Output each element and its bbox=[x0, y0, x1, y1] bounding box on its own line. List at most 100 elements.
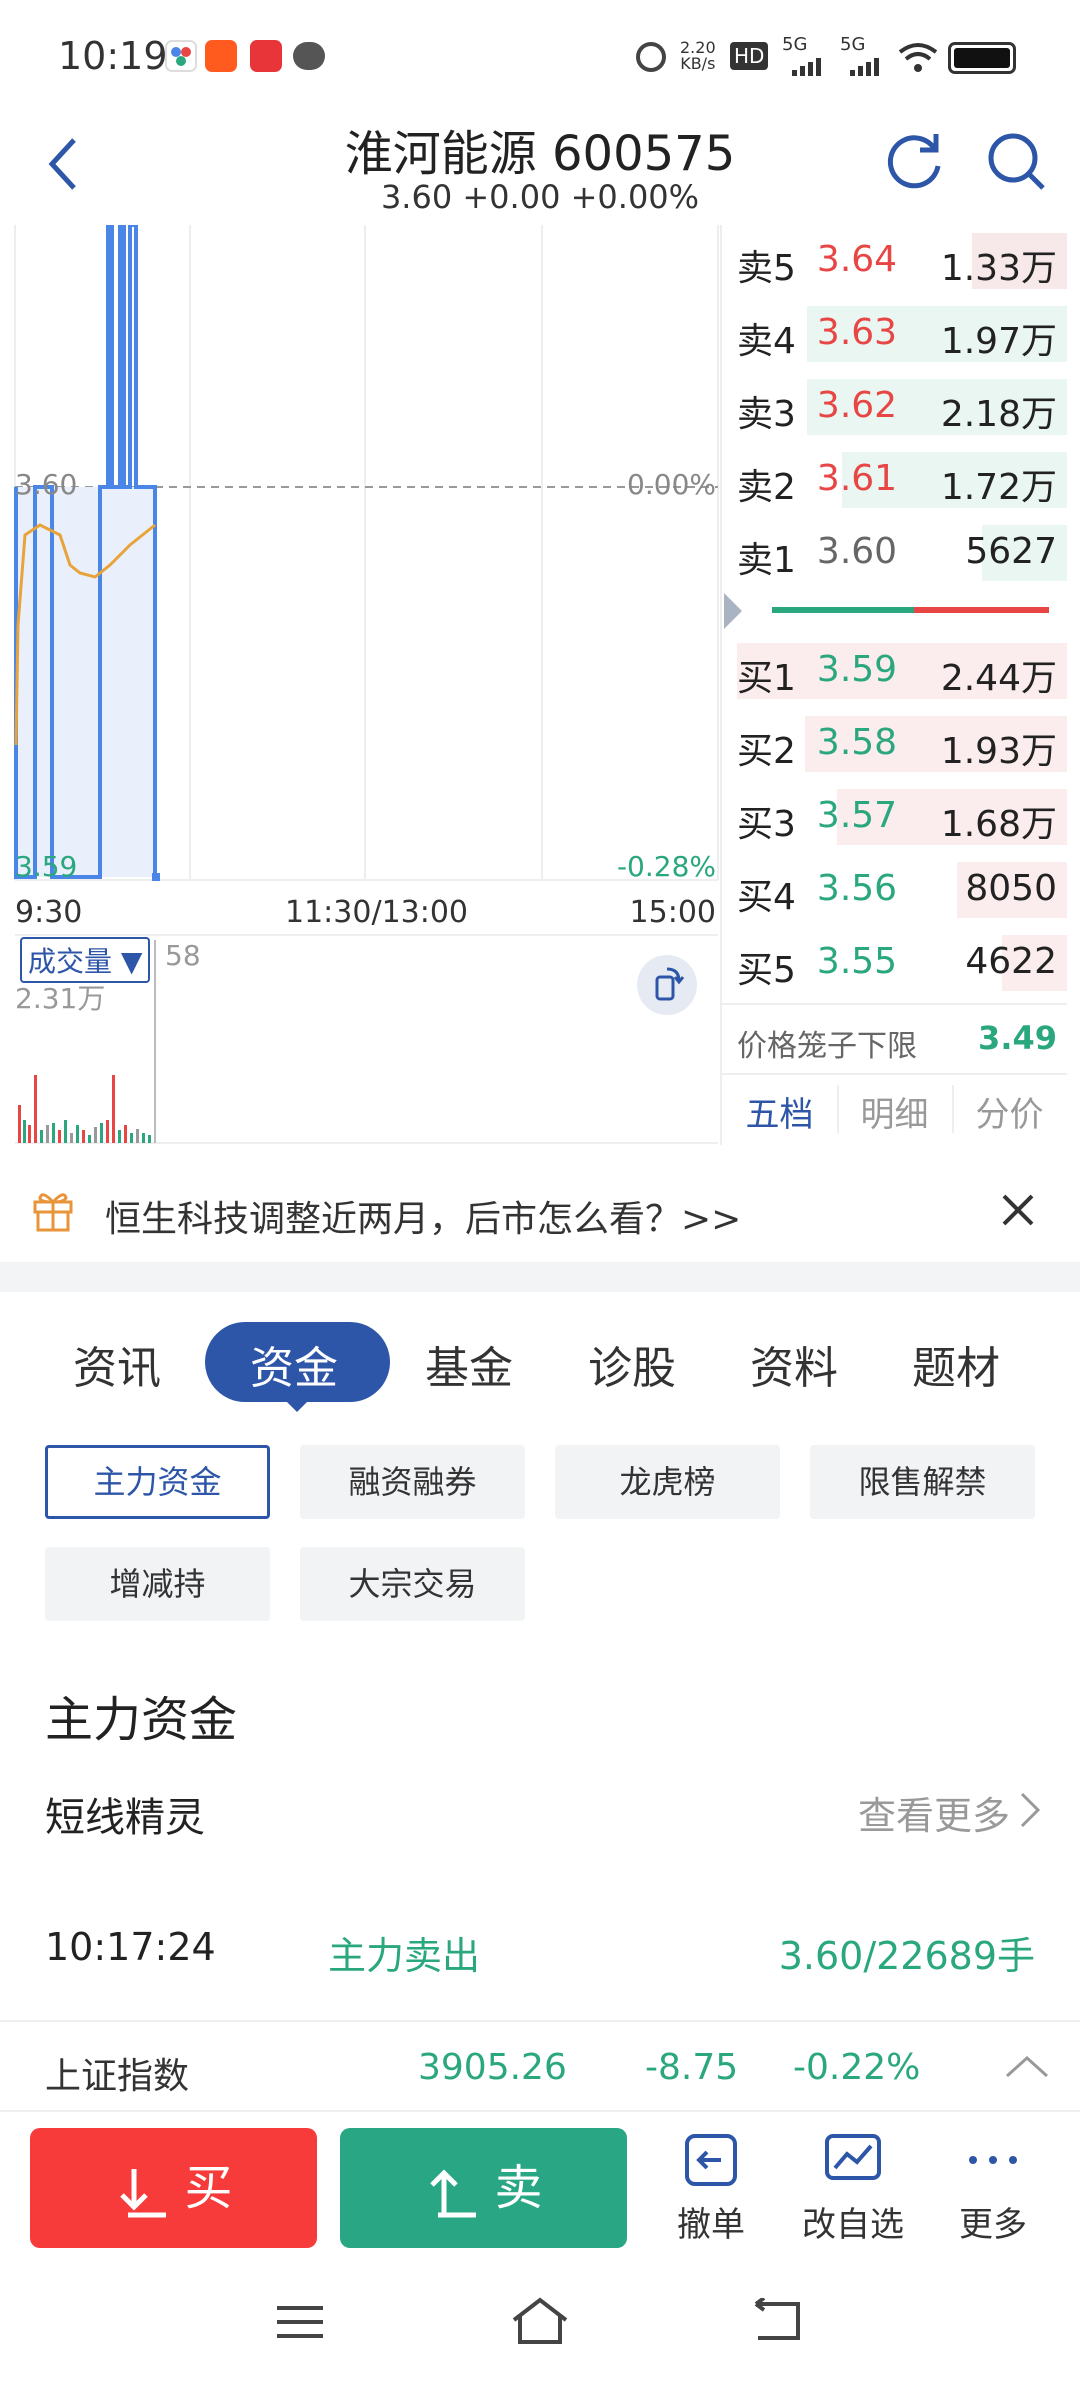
index-value: 3905.26 bbox=[418, 2047, 567, 2088]
price-cage-label: 价格笼子下限 bbox=[737, 1029, 917, 1064]
buy-arrow-icon bbox=[120, 2169, 167, 2218]
signal-icon-1 bbox=[792, 56, 826, 80]
network-speed: 2.20 KB/s bbox=[680, 38, 716, 73]
more-icon bbox=[969, 2156, 1017, 2164]
bid-row-5: 买5 3.55 4622 bbox=[722, 927, 1067, 999]
volume-bars bbox=[18, 1075, 151, 1143]
bid-row-2: 买2 3.58 1.93万 bbox=[722, 708, 1067, 780]
tab-five-levels[interactable]: 五档 bbox=[722, 1087, 837, 1136]
wifi-icon bbox=[898, 42, 938, 78]
back-nav-icon[interactable] bbox=[752, 2298, 804, 2344]
sell-label: 卖 bbox=[494, 2160, 543, 2216]
rotate-screen-icon[interactable] bbox=[637, 955, 697, 1015]
volume-value: 58 bbox=[165, 939, 201, 972]
sell-arrow-icon bbox=[430, 2169, 477, 2218]
cancel-order-label: 撤单 bbox=[677, 2205, 745, 2245]
search-icon[interactable] bbox=[985, 130, 1049, 198]
order-book: 卖5 3.64 1.33万 卖4 3.63 1.97万 卖3 3.62 2.18… bbox=[720, 225, 1067, 1145]
chart-svg bbox=[14, 225, 719, 1144]
bid-strength-bar bbox=[772, 607, 914, 613]
price-label-top: 3.60 bbox=[15, 468, 78, 501]
chip-holdings-change[interactable]: 增减持 bbox=[45, 1547, 270, 1621]
price-label-bottom: 3.59 bbox=[15, 850, 78, 883]
menu-icon[interactable] bbox=[275, 2302, 325, 2342]
app-icon-2 bbox=[250, 40, 282, 72]
action-bar: 买 卖 撤单 改自选 更多 bbox=[0, 2112, 1080, 2262]
tab-profile[interactable]: 资料 bbox=[750, 1332, 838, 1396]
watchlist-icon bbox=[825, 2134, 881, 2180]
view-more-link[interactable]: 查看更多 bbox=[858, 1785, 1010, 1840]
active-tab-pointer bbox=[283, 1398, 311, 1412]
bid-row-3: 买3 3.57 1.68万 bbox=[722, 781, 1067, 853]
more-label: 更多 bbox=[959, 2205, 1027, 2245]
gift-icon bbox=[32, 1188, 74, 1236]
pct-label-top: 0.00% bbox=[627, 468, 716, 501]
time-tick-start: 9:30 bbox=[15, 895, 83, 930]
news-banner[interactable]: 恒生科技调整近两月，后市怎么看？>> bbox=[0, 1160, 1080, 1260]
chip-margin-trading[interactable]: 融资融券 bbox=[300, 1445, 525, 1519]
chip-main-funds[interactable]: 主力资金 bbox=[45, 1445, 270, 1519]
tab-fund[interactable]: 基金 bbox=[425, 1332, 513, 1396]
flow-type: 主力卖出 bbox=[328, 1934, 481, 1978]
buy-button[interactable]: 买 bbox=[30, 2128, 317, 2248]
chip-dragon-tiger[interactable]: 龙虎榜 bbox=[555, 1445, 780, 1519]
section-subtitle: 短线精灵 bbox=[45, 1795, 205, 1841]
tab-news[interactable]: 资讯 bbox=[73, 1332, 161, 1396]
chip-lockup-expiry[interactable]: 限售解禁 bbox=[810, 1445, 1035, 1519]
status-time: 10:19 bbox=[58, 34, 168, 78]
bid-row-1: 买1 3.59 2.44万 bbox=[722, 635, 1067, 707]
index-change: -8.75 bbox=[645, 2047, 739, 2088]
pct-label-bottom: -0.28% bbox=[616, 850, 716, 883]
index-pct: -0.22% bbox=[793, 2047, 921, 2088]
bid-row-4: 买4 3.56 8050 bbox=[722, 854, 1067, 926]
time-tick-mid: 11:30/13:00 bbox=[285, 895, 469, 930]
main-tabs: 资讯 资金 基金 诊股 资料 题材 bbox=[0, 1310, 1080, 1412]
system-nav-bar bbox=[0, 2262, 1080, 2388]
home-icon[interactable] bbox=[510, 2296, 570, 2346]
ask-strength-bar bbox=[914, 607, 1049, 613]
ask-row-3: 卖3 3.62 2.18万 bbox=[722, 371, 1067, 443]
flow-time: 10:17:24 bbox=[45, 1925, 216, 1969]
index-name: 上证指数 bbox=[45, 2056, 190, 2097]
cancel-order-button[interactable]: 撤单 bbox=[656, 2132, 766, 2246]
ask-row-1: 卖1 3.60 5627 bbox=[722, 517, 1067, 589]
battery-icon bbox=[948, 42, 1016, 74]
section-separator bbox=[0, 1262, 1080, 1292]
edit-watchlist-button[interactable]: 改自选 bbox=[798, 2132, 908, 2246]
intraday-chart[interactable]: 3.60 0.00% 3.59 -0.28% 9:30 11:30/13:00 … bbox=[0, 225, 720, 1145]
flow-detail: 3.60/22689手 bbox=[778, 1934, 1035, 1978]
section-title: 主力资金 bbox=[45, 1692, 238, 1748]
message-icon bbox=[293, 42, 325, 70]
price-cage-value: 3.49 bbox=[978, 1019, 1057, 1057]
ask-row-2: 卖2 3.61 1.72万 bbox=[722, 444, 1067, 516]
alarm-icon bbox=[636, 42, 666, 72]
net-5g-2: 5G bbox=[840, 34, 866, 55]
ask-row-5: 卖5 3.64 1.33万 bbox=[722, 225, 1067, 297]
tab-price-split[interactable]: 分价 bbox=[952, 1087, 1067, 1136]
app-icon-1 bbox=[165, 40, 197, 72]
cancel-order-icon bbox=[685, 2134, 737, 2186]
net-5g-1: 5G bbox=[782, 34, 808, 55]
refresh-icon[interactable] bbox=[884, 128, 944, 196]
signal-icon-2 bbox=[850, 56, 884, 80]
ask-row-4: 卖4 3.63 1.97万 bbox=[722, 298, 1067, 370]
tab-theme[interactable]: 题材 bbox=[912, 1332, 1000, 1396]
sell-button[interactable]: 卖 bbox=[340, 2128, 627, 2248]
more-button[interactable]: 更多 bbox=[938, 2132, 1048, 2246]
chevron-right-icon[interactable] bbox=[1018, 1790, 1042, 1834]
buy-label: 买 bbox=[184, 2160, 233, 2216]
tab-funds[interactable]: 资金 bbox=[250, 1332, 338, 1396]
close-icon[interactable] bbox=[1000, 1192, 1036, 1232]
hd-badge: HD bbox=[730, 42, 769, 70]
tab-diagnosis[interactable]: 诊股 bbox=[588, 1332, 676, 1396]
chevron-up-icon[interactable] bbox=[1005, 2052, 1049, 2080]
header: 淮河能源 600575 3.60 +0.00 +0.00% bbox=[0, 110, 1080, 230]
chip-block-trade[interactable]: 大宗交易 bbox=[300, 1547, 525, 1621]
collapse-arrow-icon[interactable] bbox=[724, 593, 742, 629]
price-cage-row: 价格笼子下限 3.49 bbox=[722, 1003, 1067, 1073]
edit-watchlist-label: 改自选 bbox=[802, 2205, 904, 2245]
volume-max: 2.31万 bbox=[15, 982, 106, 1015]
index-ticker[interactable]: 上证指数 3905.26 -8.75 -0.22% bbox=[0, 2020, 1080, 2112]
banner-text[interactable]: 恒生科技调整近两月，后市怎么看？>> bbox=[105, 1190, 741, 1242]
tab-detail[interactable]: 明细 bbox=[837, 1087, 952, 1136]
